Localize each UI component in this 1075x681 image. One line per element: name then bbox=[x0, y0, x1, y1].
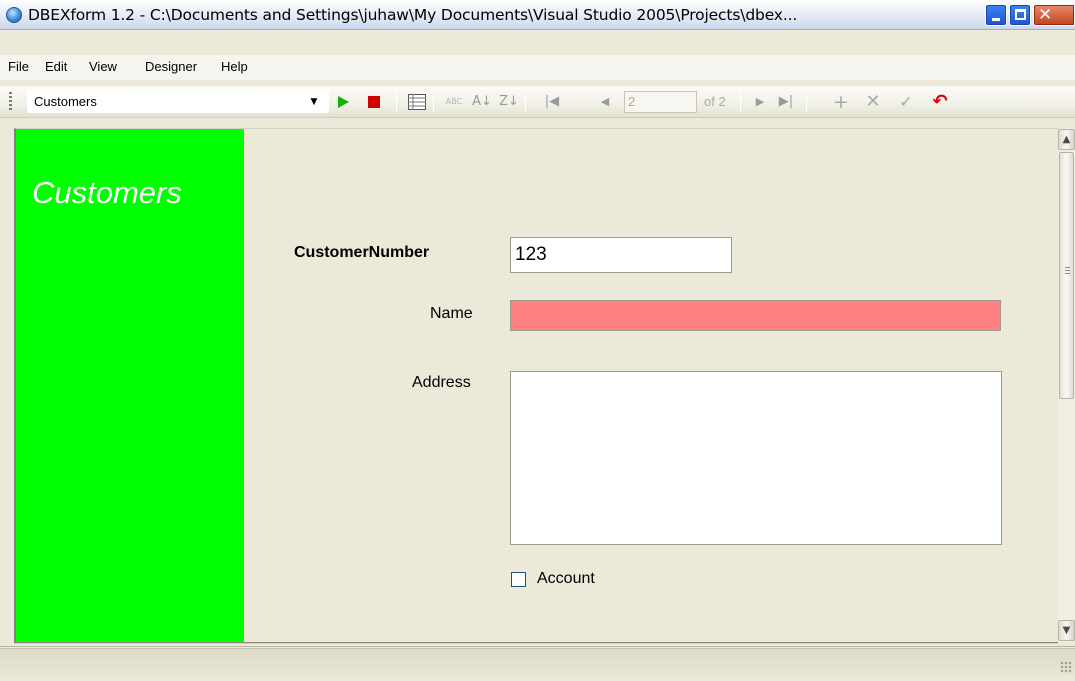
close-icon: ✕ bbox=[1038, 5, 1053, 25]
address-label: Address bbox=[412, 374, 471, 391]
maximize-button[interactable] bbox=[1009, 4, 1031, 26]
toolbar-separator bbox=[740, 92, 741, 112]
scroll-up-icon[interactable]: ▲ bbox=[1058, 129, 1075, 150]
name-field[interactable] bbox=[510, 300, 1001, 331]
app-icon bbox=[6, 7, 22, 23]
size-grip-icon[interactable] bbox=[1060, 661, 1072, 673]
toolbar-separator bbox=[396, 92, 397, 112]
sort-descending-icon[interactable]: Z↓ bbox=[497, 90, 521, 114]
title-bar[interactable]: DBEXform 1.2 - C:\Documents and Settings… bbox=[0, 0, 1075, 30]
next-record-icon[interactable]: ▶ bbox=[748, 90, 772, 114]
toolbar-separator bbox=[433, 92, 434, 112]
first-record-icon[interactable]: |◀ bbox=[540, 90, 564, 114]
customer-number-label: CustomerNumber bbox=[294, 244, 430, 261]
name-label: Name bbox=[430, 305, 473, 322]
grid-view-icon[interactable] bbox=[405, 90, 429, 114]
toolbar-separator bbox=[806, 92, 807, 112]
play-icon[interactable] bbox=[331, 90, 355, 114]
close-button[interactable]: ✕ bbox=[1033, 4, 1075, 26]
record-count-label: of 2 bbox=[704, 94, 726, 109]
menu-help[interactable]: Help bbox=[221, 59, 248, 74]
form-bottom-border bbox=[14, 642, 1058, 644]
record-position-value: 2 bbox=[628, 94, 636, 109]
customer-number-value: 123 bbox=[515, 244, 547, 265]
scroll-down-icon[interactable]: ▼ bbox=[1058, 620, 1075, 641]
minimize-button[interactable] bbox=[985, 4, 1007, 26]
window-title: DBEXform 1.2 - C:\Documents and Settings… bbox=[28, 6, 798, 24]
stop-icon[interactable] bbox=[362, 90, 386, 114]
form-title: Customers bbox=[32, 175, 182, 210]
delete-record-icon[interactable]: ✕ bbox=[861, 90, 885, 114]
table-select-value: Customers bbox=[34, 94, 97, 109]
menu-designer[interactable]: Designer bbox=[145, 59, 197, 74]
menu-edit[interactable]: Edit bbox=[45, 59, 67, 74]
last-record-icon[interactable]: ▶| bbox=[774, 90, 798, 114]
menu-view[interactable]: View bbox=[89, 59, 117, 74]
scrollbar-grip bbox=[1065, 267, 1070, 276]
spellcheck-icon[interactable]: ABC bbox=[442, 90, 466, 114]
menu-file[interactable]: File bbox=[8, 59, 29, 74]
account-checkbox[interactable] bbox=[511, 572, 526, 587]
undo-icon[interactable]: ↶ bbox=[928, 90, 952, 114]
address-field[interactable] bbox=[510, 371, 1002, 545]
toolbar-grip[interactable] bbox=[9, 92, 12, 112]
save-record-icon[interactable]: ✓ bbox=[894, 90, 918, 114]
sort-ascending-icon[interactable]: A↓ bbox=[470, 90, 494, 114]
chevron-down-icon[interactable]: ▼ bbox=[305, 92, 323, 112]
add-record-icon[interactable]: + bbox=[829, 90, 853, 114]
maximize-icon bbox=[1015, 9, 1026, 20]
app-window: DBEXform 1.2 - C:\Documents and Settings… bbox=[0, 0, 1075, 681]
minimize-icon bbox=[992, 18, 1000, 21]
status-bar-panel bbox=[0, 648, 1075, 676]
account-checkbox-label: Account bbox=[537, 570, 595, 587]
previous-record-icon[interactable]: ◀ bbox=[593, 90, 617, 114]
toolbar-separator bbox=[525, 92, 526, 112]
